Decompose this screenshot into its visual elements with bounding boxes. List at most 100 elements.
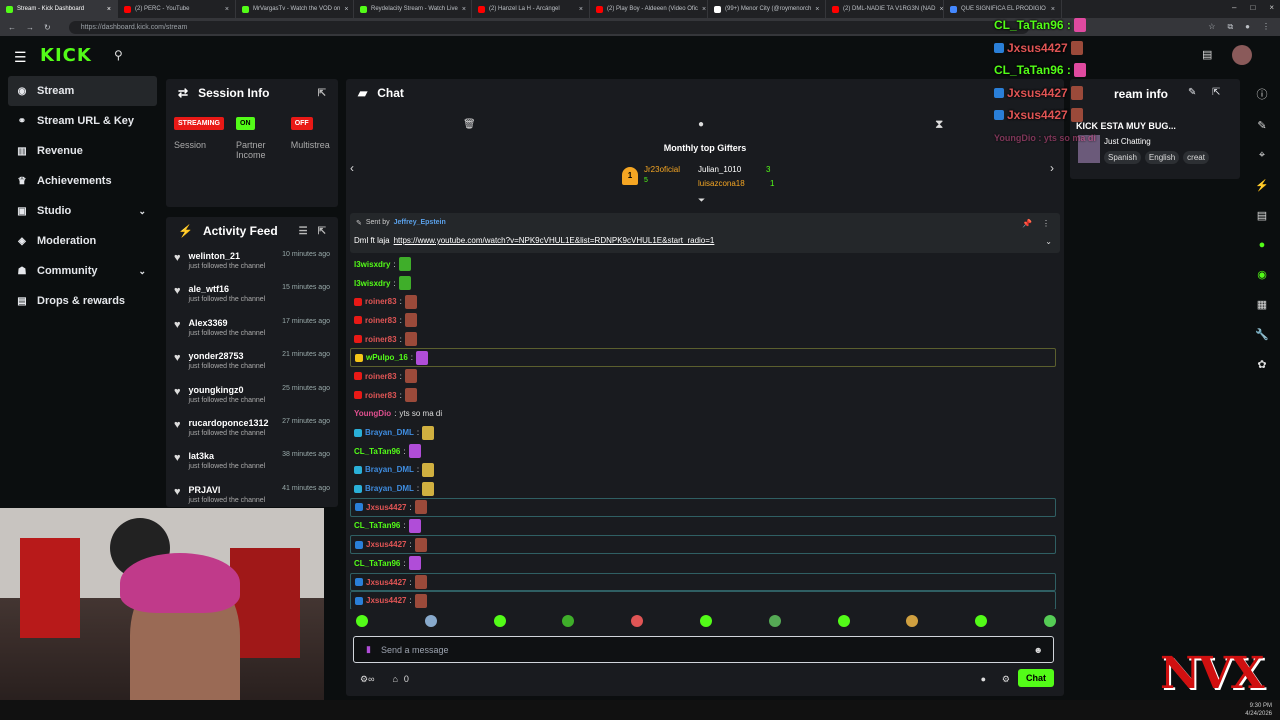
bolt-icon[interactable]: ⚡ [1255,179,1269,192]
activity-username[interactable]: welinton_21 [189,251,241,261]
wrench-icon[interactable]: 🔧 [1255,328,1269,341]
close-icon[interactable]: × [579,6,583,13]
close-icon[interactable]: × [107,6,111,13]
browser-tab[interactable]: Stream - Kick Dashboard × [0,0,118,18]
browser-tab[interactable]: (2) DML-NADIE TA V1RG3N (NAD × [826,0,944,18]
chat-username[interactable]: CL_TaTan96 [354,521,400,530]
star-icon[interactable]: ☆ [1208,22,1215,32]
pinned-author[interactable]: Jeffrey_Epstein [394,219,446,227]
sidebar-item[interactable]: ⚭ Stream URL & Key [0,106,160,136]
tag[interactable]: creat [1183,151,1209,164]
menu-icon[interactable]: ⋮ [1262,22,1270,32]
minimize-icon[interactable]: – [1232,3,1236,12]
close-icon[interactable]: × [462,6,466,13]
collapse-icon[interactable]: ⏷ [698,195,705,206]
emote-icon[interactable] [631,615,644,627]
browser-tab[interactable]: Reydelacity Stream - Watch Live × [354,0,472,18]
browser-tab[interactable]: (2) Hanzel La H - Arcángel × [472,0,590,18]
close-icon[interactable]: × [702,6,706,13]
next-arrow-icon[interactable]: › [1050,161,1054,175]
close-window-icon[interactable]: × [1269,3,1274,12]
activity-username[interactable]: rucardoponce1312 [189,418,269,428]
popout-icon[interactable]: ⇱ [318,226,326,237]
chat-username[interactable]: Jxsus4427 [366,596,406,605]
chat-username[interactable]: wPulpo_16 [366,353,408,362]
chevron-down-icon[interactable]: ⌄ [138,206,146,217]
chat-username[interactable]: Brayan_DML [365,465,414,474]
info-icon[interactable]: ⓘ [1257,86,1268,102]
more-icon[interactable]: ⋮ [1042,219,1050,228]
back-icon[interactable]: ← [8,23,16,32]
sidebar-item[interactable]: ▤ Drops & rewards [0,286,160,316]
sidebar-item[interactable]: ◉ Stream [8,76,157,106]
extension-icon[interactable]: ⧉ [1227,22,1233,32]
tv-icon[interactable]: ▤ [1202,48,1212,61]
emote-icon[interactable] [562,615,575,627]
emote-icon[interactable] [699,615,712,627]
reload-icon[interactable]: ↻ [44,23,51,32]
sidebar-item[interactable]: ♛ Achievements [0,166,160,196]
tag[interactable]: Spanish [1104,151,1141,164]
chat-username[interactable]: Jxsus4427 [366,540,406,549]
activity-username[interactable]: PRJAVI [189,485,221,495]
emote-icon[interactable] [768,615,781,627]
chat-username[interactable]: YoungDio [354,409,391,418]
chat-username[interactable]: roiner83 [365,316,397,325]
chat-username[interactable]: Jxsus4427 [366,503,406,512]
close-icon[interactable]: × [815,6,819,13]
pin-icon[interactable]: ⚲ [114,48,123,62]
tag[interactable]: English [1144,151,1180,164]
expand-icon[interactable]: ⌄ [1045,237,1052,246]
activity-username[interactable]: youngkingz0 [189,385,244,395]
emote-icon[interactable] [1043,615,1056,627]
chat-username[interactable]: CL_TaTan96 [354,447,400,456]
emote-icon[interactable] [837,615,850,627]
browser-tab[interactable]: MrVargasTv - Watch the VOD on × [236,0,354,18]
speech-icon[interactable]: ● [698,119,704,130]
chat-username[interactable]: l3wisxdry [354,260,390,269]
close-icon[interactable]: × [939,6,943,13]
filter-icon[interactable]: ☰ [299,226,308,237]
close-icon[interactable]: × [344,6,348,13]
broadcast-icon[interactable]: ◉ [1257,268,1267,281]
chat-username[interactable]: Brayan_DML [365,484,414,493]
chat-username[interactable]: roiner83 [365,391,397,400]
popout-icon[interactable]: ⇱ [1212,87,1220,98]
pin-icon[interactable]: 📌 [1022,219,1032,228]
message-input[interactable]: ▮ Send a message ☻ [353,636,1054,663]
url-field[interactable]: https://dashboard.kick.com/stream [68,20,1029,34]
emote-icon[interactable] [424,615,437,627]
gifter-name[interactable]: Jr23oficial [644,165,680,174]
popout-icon[interactable]: ⇱ [318,88,326,99]
crosshair-icon[interactable]: ⌖ [1259,149,1265,162]
chat-username[interactable]: l3wisxdry [354,279,390,288]
layout-icon[interactable]: ▦ [1257,298,1267,311]
browser-tab[interactable]: (99+) Menor City (@roymenorch × [708,0,826,18]
sidebar-item[interactable]: ▣ Studio ⌄ [0,196,160,226]
kick-logo[interactable]: KICK [40,45,92,66]
avatar[interactable] [1232,45,1252,65]
activity-username[interactable]: ale_wtf16 [189,284,230,294]
maximize-icon[interactable]: □ [1250,3,1255,12]
hamburger-icon[interactable]: ☰ [14,49,27,66]
chat-icon[interactable]: ● [1259,239,1266,251]
trash-icon[interactable]: 🗑 [463,119,476,130]
activity-username[interactable]: lat3ka [189,451,215,461]
gear-icon[interactable]: ⚙ [1002,674,1010,685]
chat-username[interactable]: roiner83 [365,372,397,381]
prev-arrow-icon[interactable]: ‹ [350,161,354,175]
infinity-icon[interactable]: ⚙∞ [360,674,374,685]
browser-tab[interactable]: (2) PERC - YouTube × [118,0,236,18]
profile-icon[interactable]: ● [1245,22,1250,32]
activity-username[interactable]: yonder28753 [189,351,244,361]
emote-icon[interactable] [975,615,988,627]
emoji-icon[interactable]: ☻ [1034,645,1043,655]
chat-username[interactable]: roiner83 [365,335,397,344]
chevron-down-icon[interactable]: ⌄ [138,266,146,277]
close-icon[interactable]: × [1051,6,1055,13]
document-icon[interactable]: ▤ [1257,209,1267,222]
activity-username[interactable]: Alex3369 [189,318,228,328]
close-icon[interactable]: × [225,6,229,13]
mic-icon[interactable]: ▮ [366,644,371,655]
chat-username[interactable]: roiner83 [365,297,397,306]
